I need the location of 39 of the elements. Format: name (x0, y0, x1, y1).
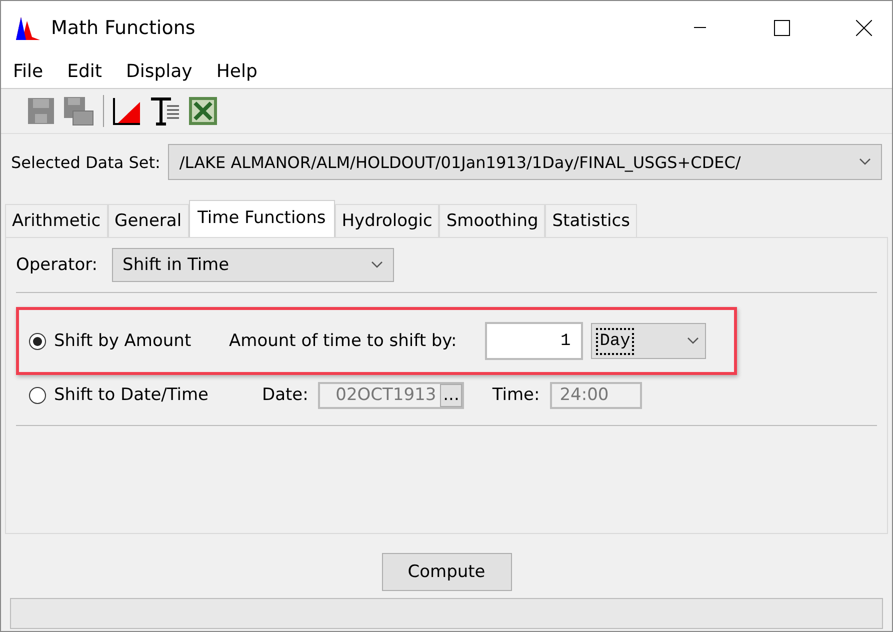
unit-dropdown[interactable]: Day (590, 323, 706, 359)
date-value: 02OCT1913 (334, 385, 436, 405)
tab[interactable]: Time Functions (188, 200, 335, 237)
field-label: Selected Data Set: (11, 152, 160, 172)
compute-button[interactable]: Compute (382, 553, 512, 591)
menu-item[interactable]: Edit (67, 61, 102, 82)
amount-field[interactable]: 1 (484, 322, 583, 360)
tab[interactable]: Hydrologic (334, 204, 440, 237)
text-icon (150, 96, 180, 126)
tab[interactable]: General (108, 204, 189, 237)
chart-icon (112, 96, 142, 126)
date-field[interactable]: 02OCT1913 ... (318, 382, 464, 408)
operator-dropdown[interactable]: Shift in Time (112, 248, 394, 282)
radio-button[interactable]: Shift by Amount (29, 331, 229, 351)
window-title: Math Functions (51, 17, 196, 39)
tab[interactable]: Arithmetic (5, 204, 108, 237)
radio-button[interactable]: Shift to Date/Time (29, 385, 229, 405)
menu-item[interactable]: File (13, 61, 44, 82)
date-picker-button[interactable]: ... (440, 384, 462, 406)
field-label: Operator: (16, 255, 98, 275)
caret-icon (686, 337, 699, 345)
field-label: Amount of time to shift by: (229, 331, 457, 351)
time-field[interactable]: 24:00 (550, 382, 642, 408)
menu-item[interactable]: Display (126, 61, 192, 82)
tab[interactable]: Statistics (545, 204, 637, 237)
app-icon (15, 15, 41, 41)
save-icon (27, 97, 55, 125)
close-icon (856, 20, 872, 36)
spreadsheet-icon (188, 96, 218, 126)
dataset-dropdown[interactable]: /LAKE ALMANOR/ALM/HOLDOUT/01Jan1913/1Day/FINAL_USGS+CDEC/ (168, 144, 882, 180)
caret-icon (370, 261, 383, 269)
tab[interactable]: Smoothing (439, 204, 546, 237)
field-label: Date: (262, 385, 308, 405)
field-label: Time: (492, 385, 540, 405)
caret-icon (859, 158, 871, 166)
minimize-icon (694, 27, 706, 29)
maximize-icon (774, 20, 790, 36)
save-all-icon (63, 96, 95, 126)
menu-item[interactable]: Help (216, 61, 258, 82)
